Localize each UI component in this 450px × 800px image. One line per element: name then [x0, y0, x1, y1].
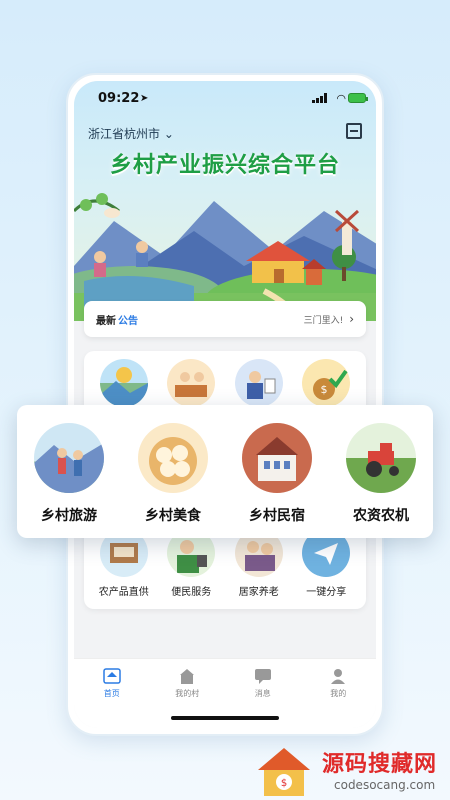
service-item-elderly[interactable]: 居家养老 [228, 529, 290, 598]
service-label: 一键分享 [306, 587, 347, 598]
battery-icon [348, 93, 368, 103]
scan-icon[interactable] [346, 123, 362, 139]
city-label: 浙江省杭州市 [88, 127, 161, 141]
dumplings-icon [138, 423, 208, 493]
hikers-icon [34, 423, 104, 493]
wifi-icon: ◠ [336, 92, 346, 105]
tab-home[interactable]: 首页 [87, 667, 137, 728]
watermark: $ 源码搜藏网 codesocang.com [250, 742, 450, 800]
location-arrow-icon: ➤ [140, 93, 149, 104]
home-indicator [171, 716, 279, 720]
featured-label: 乡村美食 [145, 508, 201, 524]
service-item[interactable] [228, 359, 290, 407]
service-label: 农产品直供 [98, 587, 149, 598]
tab-label: 我的 [330, 689, 347, 698]
featured-label: 农资农机 [353, 508, 409, 524]
service-item-convenience[interactable]: 便民服务 [160, 529, 222, 598]
cellular-signal-icon [312, 93, 327, 103]
market-stall-icon [167, 359, 216, 407]
featured-label: 乡村旅游 [41, 508, 97, 524]
service-item-produce[interactable]: 农产品直供 [93, 529, 155, 598]
guesthouse-icon [242, 423, 312, 493]
watermark-title: 源码搜藏网 [322, 752, 438, 777]
service-item-share[interactable]: 一键分享 [295, 529, 357, 598]
official-icon [234, 359, 283, 407]
scenery-icon [99, 359, 148, 407]
tab-profile[interactable]: 我的 [313, 667, 363, 728]
svg-text:$: $ [281, 778, 287, 789]
tab-label: 首页 [103, 689, 120, 698]
announcement-label-notice: 公告 [118, 315, 138, 327]
featured-services-card: 乡村旅游 乡村美食 乡村民宿 农资农机 [17, 405, 433, 538]
announcement-label-latest: 最新 [96, 315, 116, 327]
chevron-right-icon: › [349, 312, 354, 326]
service-item[interactable] [160, 359, 222, 407]
status-bar: 09:22 ➤ ◠ [74, 81, 376, 115]
city-selector[interactable]: 浙江省杭州市 ⌄ [88, 125, 174, 142]
user-icon [331, 669, 346, 684]
status-time: 09:22 [98, 91, 140, 106]
announcement-bar[interactable]: 最新 公告 三门里入! › [84, 301, 366, 337]
watermark-house-icon: $ [258, 748, 310, 796]
money-bag-icon: $ [302, 359, 351, 407]
service-item[interactable] [93, 359, 155, 407]
tractor-icon [346, 423, 416, 493]
page-title: 乡村产业振兴综合平台 [109, 153, 340, 178]
featured-item-agri-machinery[interactable]: 农资农机 [333, 423, 429, 525]
hero-banner: 09:22 ➤ ◠ 浙江省杭州市 ⌄ 乡村产业振兴综合平台 [74, 81, 376, 321]
chevron-down-icon: ⌄ [163, 127, 174, 141]
countryside-illustration [74, 193, 376, 321]
service-label: 居家养老 [238, 587, 279, 598]
featured-label: 乡村民宿 [249, 508, 305, 524]
message-icon [254, 669, 271, 684]
home-icon [103, 668, 121, 684]
featured-item-tourism[interactable]: 乡村旅游 [21, 423, 117, 525]
service-label: 便民服务 [171, 587, 212, 598]
tab-label: 消息 [254, 689, 271, 698]
featured-item-homestay[interactable]: 乡村民宿 [229, 423, 325, 525]
featured-item-food[interactable]: 乡村美食 [125, 423, 221, 525]
service-item[interactable]: $ [295, 359, 357, 407]
svg-text:$: $ [321, 383, 328, 396]
tab-label: 我的村 [175, 689, 200, 698]
service-row-top: $ [84, 359, 366, 407]
service-row-bottom: 农产品直供 便民服务 居家养老 一键分享 [84, 529, 366, 598]
village-icon [180, 669, 195, 684]
watermark-url: codesocang.com [334, 778, 436, 792]
announcement-text: 三门里入! [303, 315, 344, 326]
